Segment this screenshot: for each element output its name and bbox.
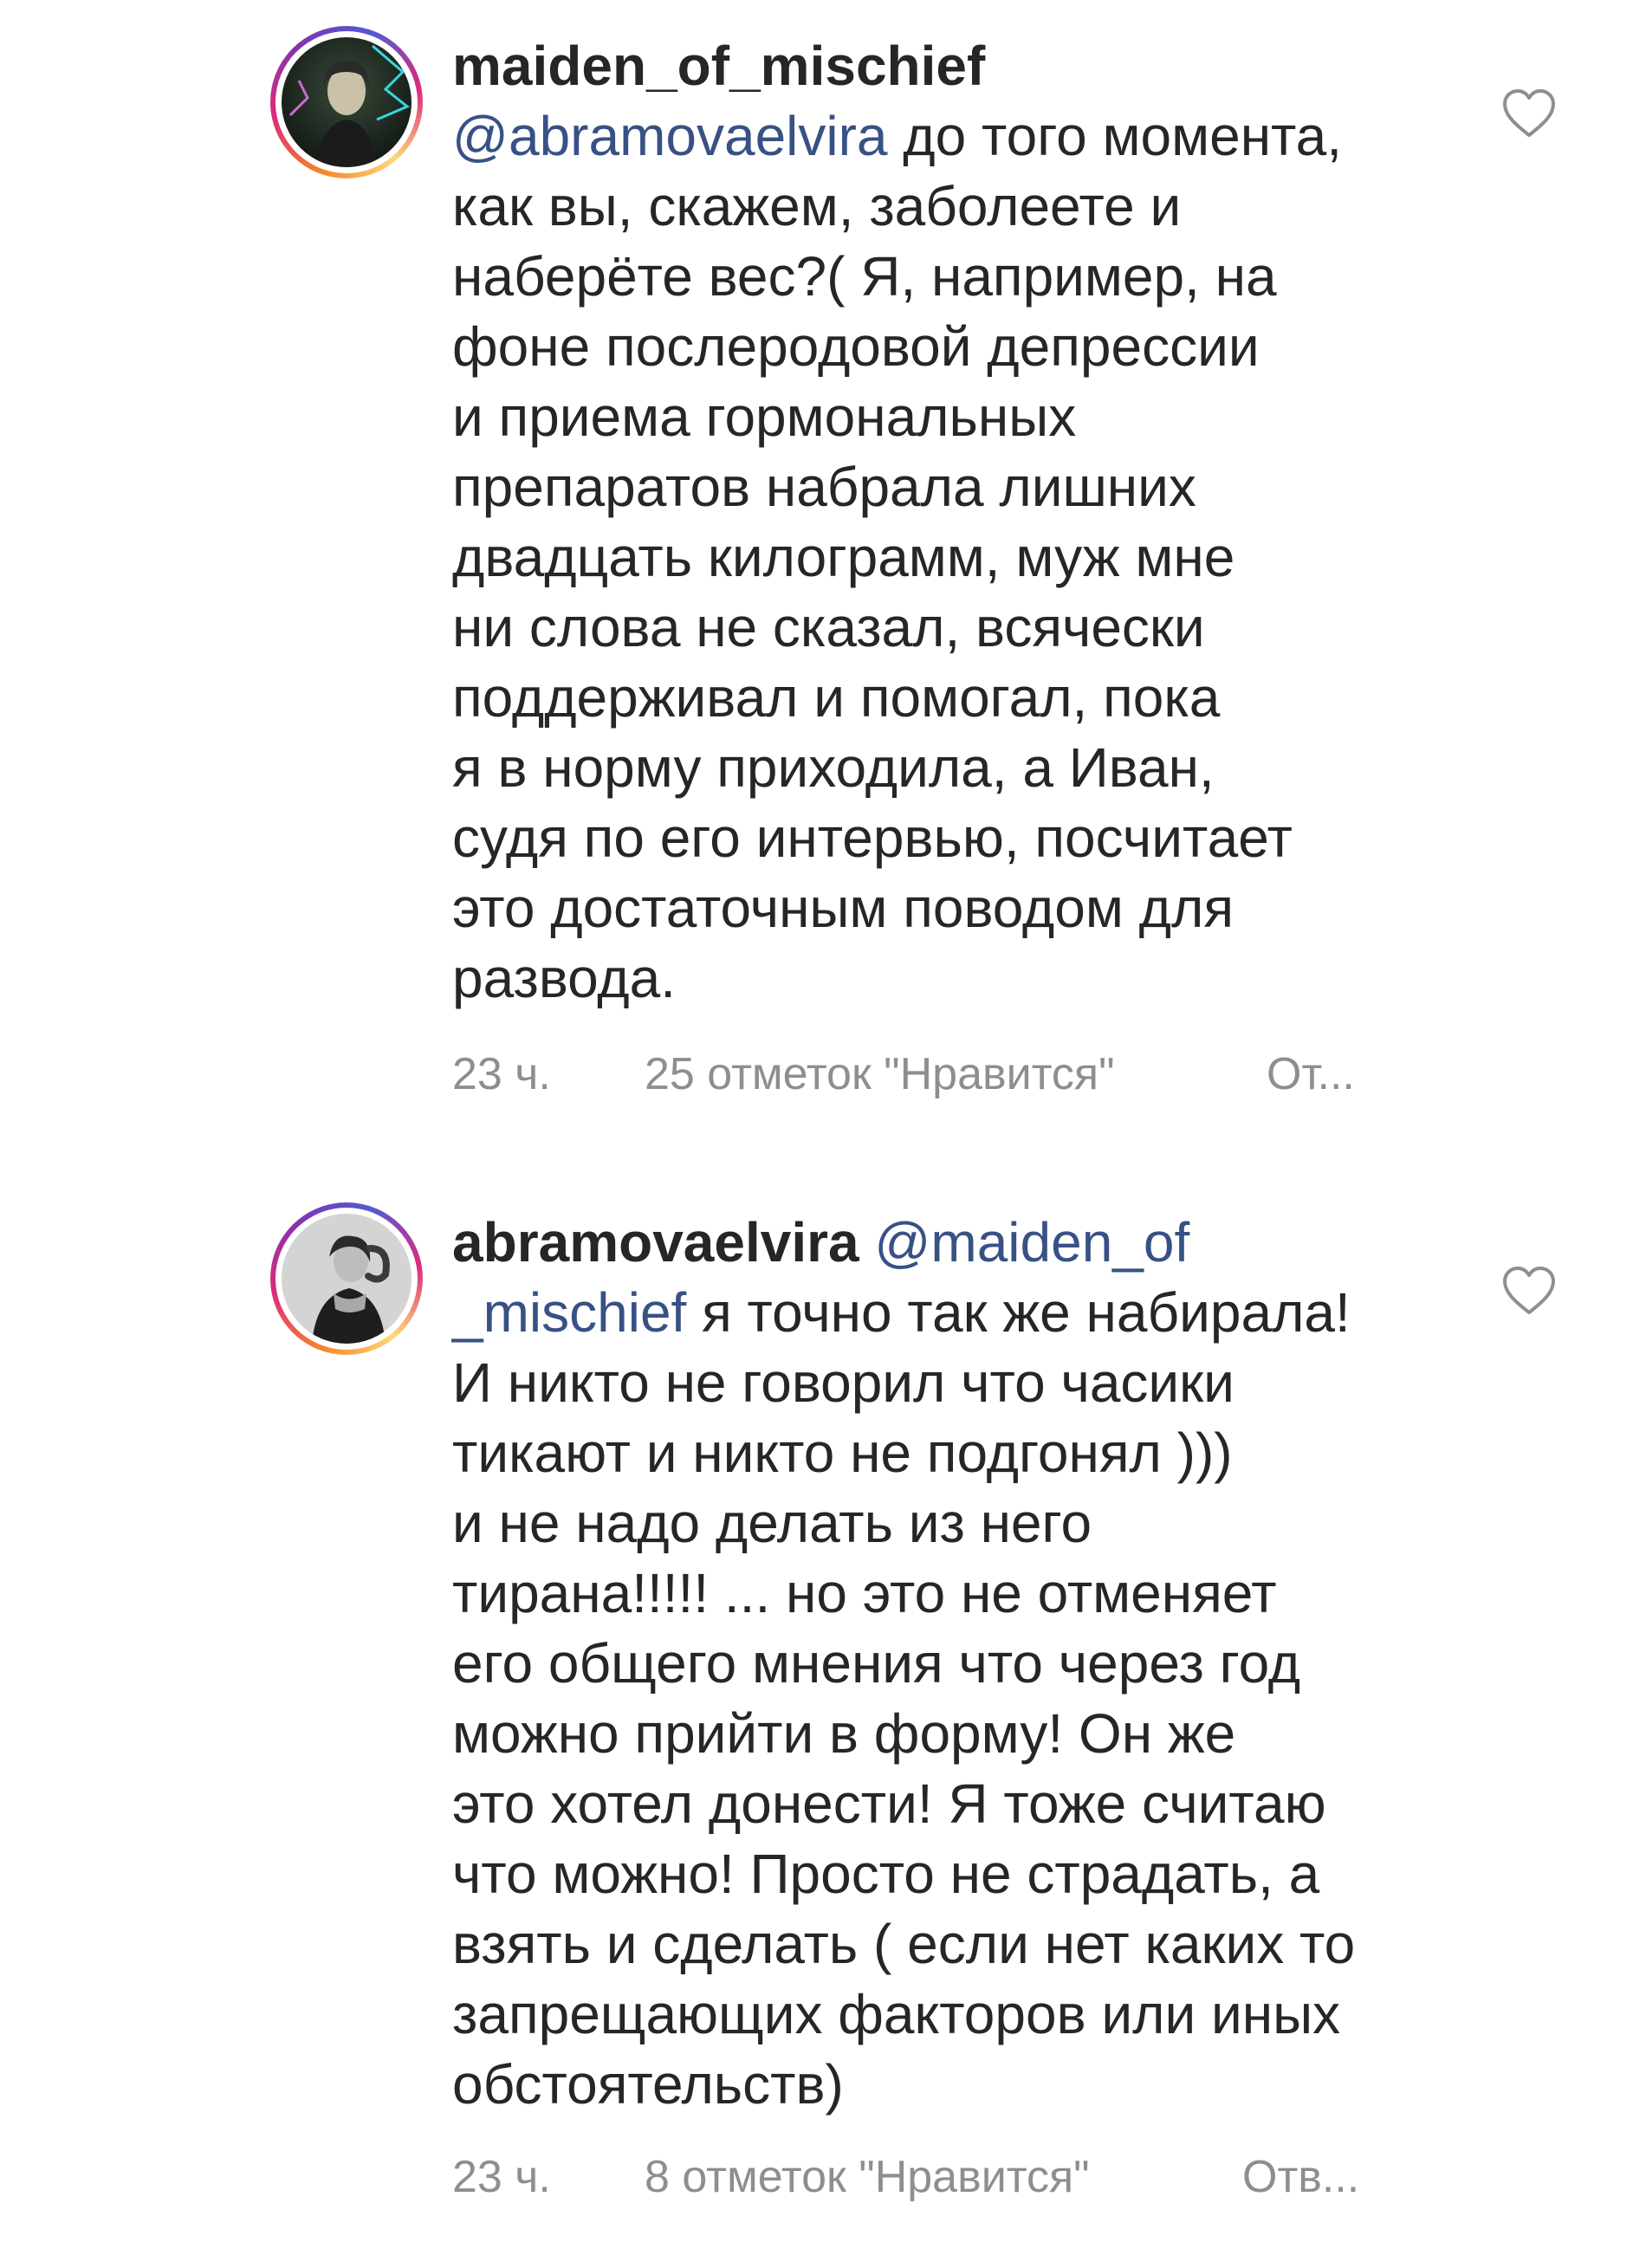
reply-button[interactable]: Отв... xyxy=(1242,2151,1359,2203)
comment-likes-count[interactable]: 8 отметок "Нравится" xyxy=(645,2151,1090,2203)
comment-line: И никто не говорил что часики xyxy=(452,1351,1234,1414)
comment-line: судя по его интервью, посчитает xyxy=(452,807,1293,869)
avatar-ring-gap xyxy=(275,31,418,173)
comment-line: тикают и никто не подгонял ))) xyxy=(452,1422,1233,1484)
comment-username[interactable]: abramovaelvira xyxy=(452,1211,859,1273)
comment-line: обстоятельств) xyxy=(452,2053,844,2116)
comment-line: двадцать килограмм, муж мне xyxy=(452,526,1235,588)
comment-timestamp: 23 ч. xyxy=(452,2152,551,2202)
comment-header: maiden_of_mischief xyxy=(452,31,1457,101)
comment-line: развода. xyxy=(452,947,676,1009)
avatar[interactable] xyxy=(270,26,423,178)
comment-line: @abramovaelvira до того момента, xyxy=(452,101,1457,172)
comment-text: до того момента, xyxy=(887,105,1342,167)
comment-line: фоне послеродовой депрессии xyxy=(452,315,1260,378)
avatar-image xyxy=(282,37,412,167)
comment-line: _mischief я точно так же набирала! xyxy=(452,1278,1457,1348)
comment-username[interactable]: maiden_of_mischief xyxy=(452,35,985,97)
comment-line: что можно! Просто не страдать, а xyxy=(452,1843,1320,1905)
comment-likes-count[interactable]: 25 отметок "Нравится" xyxy=(645,1048,1115,1100)
avatar[interactable] xyxy=(270,1202,423,1355)
comment-line: ни слова не сказал, всячески xyxy=(452,596,1205,658)
comment-body: abramovaelvira @maiden_of _mischief я то… xyxy=(452,1208,1457,2120)
mention-link[interactable]: @maiden_of xyxy=(874,1211,1189,1273)
mention-link[interactable]: _mischief xyxy=(452,1281,686,1344)
comment-text: я точно так же набирала! xyxy=(686,1281,1351,1344)
comment-line: поддерживал и помогал, пока xyxy=(452,666,1221,729)
mention-link[interactable]: @abramovaelvira xyxy=(452,105,888,167)
comment-timestamp: 23 ч. xyxy=(452,1049,551,1099)
comment-line: это достаточным поводом для xyxy=(452,877,1234,939)
comment-line: тирана!!!!! ... но это не отменяет xyxy=(452,1562,1277,1624)
comment-header: abramovaelvira @maiden_of xyxy=(452,1208,1457,1278)
comment-line: это хотел донести! Я тоже считаю xyxy=(452,1772,1326,1835)
comment-line: как вы, скажем, заболеете и xyxy=(452,175,1182,237)
avatar-image xyxy=(282,1214,412,1344)
comment-line: можно прийти в форму! Он же xyxy=(452,1702,1236,1765)
heart-outline-icon[interactable] xyxy=(1501,88,1557,139)
heart-outline-icon[interactable] xyxy=(1501,1266,1557,1316)
comment-line: и не надо делать из него xyxy=(452,1492,1092,1554)
comment-line: и приема гормональных xyxy=(452,386,1077,448)
avatar-ring-gap xyxy=(275,1208,418,1350)
comment-line: его общего мнения что через год xyxy=(452,1632,1301,1695)
comment-line: запрещающих факторов или иных xyxy=(452,1983,1341,2045)
comment-line: наберёте вес?( Я, например, на xyxy=(452,245,1277,308)
reply-button[interactable]: От... xyxy=(1267,1048,1355,1100)
comment-line: я в норму приходила, а Иван, xyxy=(452,736,1215,799)
comment-line: взять и сделать ( если нет каких то xyxy=(452,1913,1356,1975)
comment-body: maiden_of_mischief @abramovaelvira до то… xyxy=(452,31,1457,1014)
comment-line: препаратов набрала лишних xyxy=(452,456,1196,518)
